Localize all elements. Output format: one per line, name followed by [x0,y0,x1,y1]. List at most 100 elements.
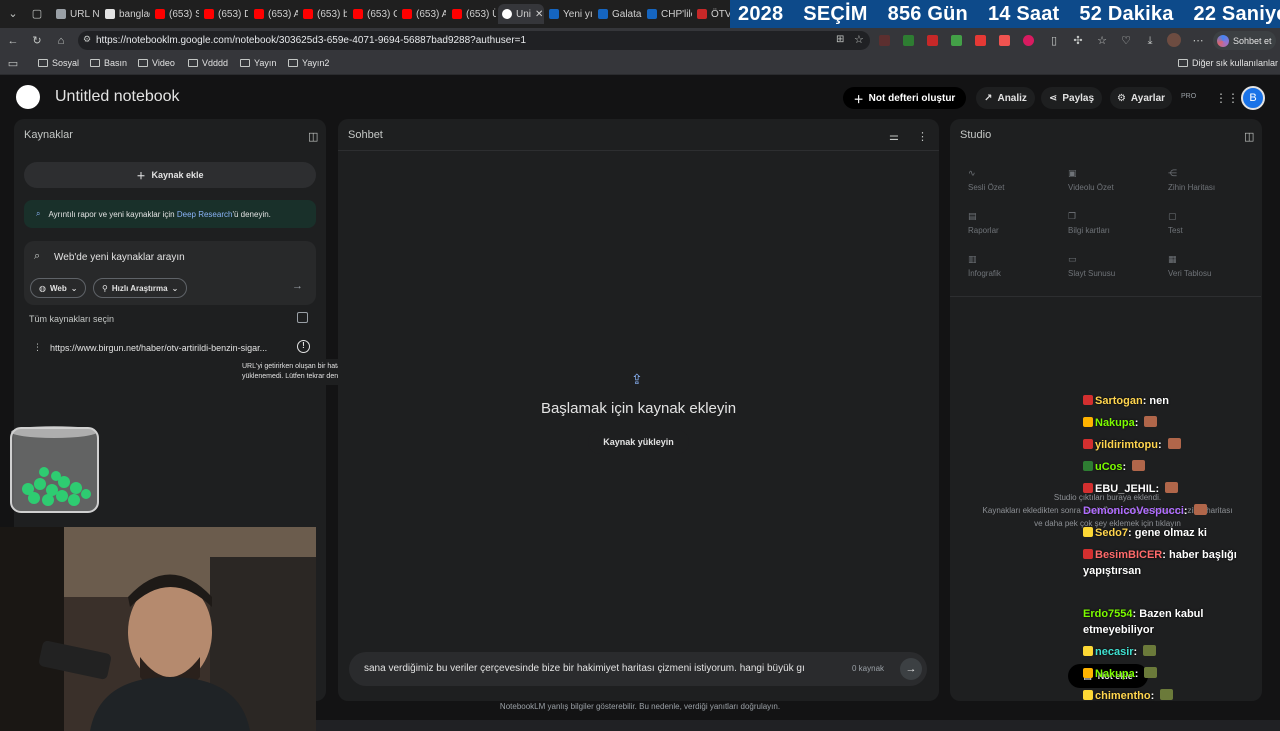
bookmark-star-icon[interactable]: ☆ [854,33,864,46]
chat-message: EBU_JEHIL: [1083,481,1273,497]
browser-tab[interactable]: (653) D [204,4,248,24]
browser-chat-button[interactable]: Sohbet et [1213,31,1276,50]
notebooklm-logo[interactable] [16,85,40,109]
address-bar-url: https://notebooklm.google.com/notebook/3… [96,35,527,46]
countdown-label: SEÇİM [803,2,868,25]
studio-tile-slides[interactable]: ▭ Slayt Sunusu [1068,254,1158,278]
studio-tile-video[interactable]: ▣ Videolu Özet [1068,168,1158,192]
chat-input-text[interactable]: sana verdiğimiz bu veriler çerçevesinde … [364,663,842,674]
chat-settings-icon[interactable]: ⚌ [889,130,899,143]
side-panel-icon[interactable]: ▯ [1047,34,1061,48]
fast-search-icon: ⚲ [102,283,108,293]
tab-groups-icon[interactable]: ▢ [30,7,44,21]
mindmap-icon: ⋲ [1168,168,1177,178]
browser-tab[interactable]: CHP'lile [647,4,692,24]
close-tab-icon[interactable]: ✕ [535,9,543,20]
profile-avatar[interactable] [1167,33,1181,47]
search-icon: ⌕ [34,250,41,262]
sources-title: Kaynaklar [24,129,73,141]
upload-icon: ⇪ [631,371,643,387]
chat-input-box[interactable]: sana verdiğimiz bu veriler çerçevesinde … [349,652,927,686]
bookmark-folder[interactable]: Video [138,58,175,68]
tab-search-icon[interactable]: ⌄ [6,7,20,21]
browser-tab[interactable]: ÖTV [697,4,730,24]
browser-tab[interactable]: banglad [105,4,150,24]
disclaimer-footer: NotebookLM yanlış bilgiler gösterebilir.… [499,702,781,711]
browser-tab[interactable]: (653) A [254,4,298,24]
deep-research-banner[interactable]: ⌕ Ayrıntılı rapor ve yeni kaynaklar için… [24,200,316,228]
studio-tile-audio[interactable]: ∿ Sesli Özet [968,168,1058,192]
sidebar-toggle-icon[interactable]: ▭ [6,57,20,71]
extension-icon[interactable] [879,35,890,46]
browser-tab[interactable]: Galata [598,4,642,24]
analytics-button[interactable]: ↗ Analiz [976,87,1035,109]
browser-tab[interactable]: (653) b [303,4,347,24]
deep-research-link[interactable]: Deep Research [177,210,233,219]
folder-icon [138,59,148,67]
gemini-icon [1217,34,1229,47]
collapse-panel-icon[interactable]: ◫ [1244,130,1254,143]
address-bar[interactable]: ⚙ https://notebooklm.google.com/notebook… [78,31,870,50]
tab-favicon [647,9,657,19]
research-sparkle-icon: ⌕ [36,209,41,218]
bookmark-folder[interactable]: Yayın2 [288,58,329,68]
bookmark-folder[interactable]: Sosyal [38,58,79,68]
web-source-dropdown[interactable]: ◍ Web ⌄ [30,278,87,298]
extension-icon[interactable] [903,35,914,46]
share-button[interactable]: ⋖ Paylaş [1041,87,1102,109]
bookmark-folder[interactable]: Vdddd [188,58,228,68]
downloads-icon[interactable]: ⤓ [1143,34,1157,48]
install-app-icon[interactable]: ⊞ [836,34,844,45]
site-info-icon[interactable]: ⚙ [83,34,91,45]
extension-icon[interactable] [975,35,986,46]
browser-tab[interactable]: Yeni yı [549,4,593,24]
error-info-icon[interactable]: ! [297,340,310,353]
emote-icon [1143,645,1157,656]
source-item-url[interactable]: https://www.birgun.net/haber/otv-artiril… [50,343,267,353]
emote-icon [1193,504,1207,515]
select-all-checkbox[interactable] [297,312,308,323]
avatar[interactable]: B [1241,86,1265,110]
favorites-icon[interactable]: ☆ [1095,34,1109,48]
back-icon[interactable]: ← [6,34,20,48]
send-arrow-icon[interactable]: → [900,658,922,680]
notebook-title[interactable]: Untitled notebook [55,88,180,106]
add-source-button[interactable]: ＋ Kaynak ekle [24,162,316,188]
home-icon[interactable]: ⌂ [54,34,68,48]
browser-tab[interactable]: (653) Ü [452,4,496,24]
browser-tab-active[interactable]: Uni ✕ [498,4,544,24]
extension-icon[interactable] [951,35,962,46]
upload-source-button[interactable]: Kaynak yükleyin [588,430,689,454]
bookmark-folder[interactable]: Yayın [240,58,276,68]
other-bookmarks[interactable]: Diğer sık kullanılanlar [1178,58,1278,68]
browser-tab[interactable]: (653) S [155,4,199,24]
extension-icon[interactable] [999,35,1010,46]
share-icon: ⋖ [1048,92,1058,104]
create-notebook-button[interactable]: ＋ Not defteri oluştur [843,87,966,109]
more-menu-icon[interactable]: ⋯ [1191,34,1205,48]
extension-icon[interactable] [927,35,938,46]
submit-arrow-icon[interactable]: → [292,280,303,292]
collapse-panel-icon[interactable]: ◫ [308,130,318,143]
bookmark-folder[interactable]: Basın [90,58,127,68]
studio-tile-flashcards[interactable]: ❐ Bilgi kartları [1068,211,1158,235]
settings-button[interactable]: ⚙ Ayarlar [1110,87,1172,109]
search-input[interactable]: Web'de yeni kaynaklar arayın [54,252,185,263]
studio-tile-datatable[interactable]: ▦ Veri Tablosu [1168,254,1258,278]
studio-title: Studio [960,129,992,141]
browser-tab[interactable]: (653) A [402,4,446,24]
collections-icon[interactable]: ♡ [1119,34,1133,48]
extension-icon[interactable] [1023,35,1034,46]
more-options-icon[interactable]: ⋮ [917,130,928,143]
studio-tile-infographic[interactable]: ▥ İnfografik [968,254,1058,278]
browser-tab[interactable]: (653) C [353,4,397,24]
bookmarks-bar: ▭ Sosyal Basın Video Vdddd Yayın Yayın2 … [0,53,1280,75]
extensions-puzzle-icon[interactable]: ✣ [1071,34,1085,48]
research-mode-dropdown[interactable]: ⚲ Hızlı Araştırma ⌄ [93,278,188,298]
reload-icon[interactable]: ↻ [30,34,44,48]
browser-tab[interactable]: URL Ni [56,4,100,24]
source-menu-icon[interactable]: ⋮ [33,342,42,353]
studio-tile-mindmap[interactable]: ⋲ Zihin Haritası [1168,168,1258,192]
studio-tile-reports[interactable]: ▤ Raporlar [968,211,1058,235]
studio-tile-quiz[interactable]: ▢ Test [1168,211,1258,235]
